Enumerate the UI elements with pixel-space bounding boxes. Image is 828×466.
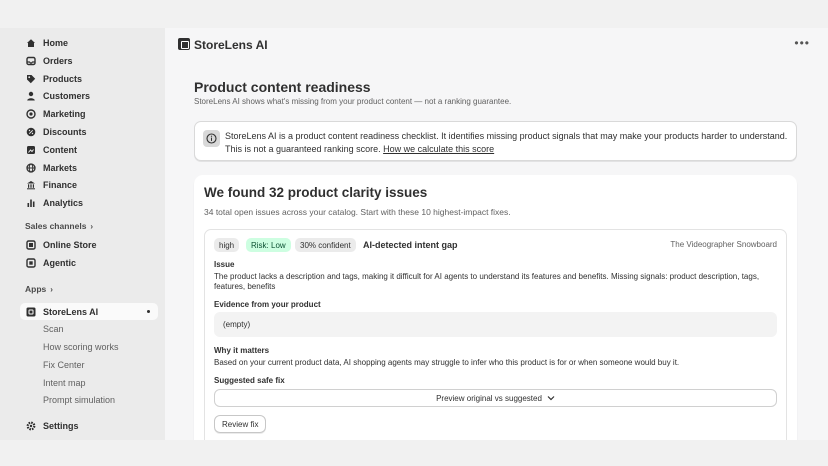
sidebar-subitem-scan[interactable]: Scan (43, 324, 64, 334)
apps-heading[interactable]: Apps › (25, 284, 53, 294)
sidebar-subitem-how-scoring-works[interactable]: How scoring works (43, 342, 119, 352)
content-icon (26, 145, 36, 155)
issues-card: We found 32 product clarity issues 34 to… (194, 175, 797, 440)
sidebar-item-discounts[interactable]: Discounts (20, 123, 158, 140)
sidebar-item-online-store[interactable]: Online Store (20, 236, 158, 253)
sidebar-item-markets[interactable]: Markets (20, 159, 158, 176)
chevron-down-icon (547, 394, 555, 403)
chevron-right-icon: › (50, 284, 53, 294)
sidebar-item-label: Customers (43, 90, 91, 101)
sidebar-item-marketing[interactable]: Marketing (20, 105, 158, 122)
preview-button-label: Preview original vs suggested (436, 393, 542, 403)
severity-badge: high (214, 238, 240, 252)
target-icon (26, 108, 36, 119)
person-icon (26, 91, 36, 101)
home-icon (26, 38, 36, 48)
sidebar-item-products[interactable]: Products (20, 70, 158, 87)
sales-channels-label: Sales channels (25, 221, 87, 231)
app-topbar: StoreLens AI ••• (165, 28, 828, 61)
page-subtitle: StoreLens AI shows what's missing from y… (194, 97, 512, 106)
sidebar-item-orders[interactable]: Orders (20, 52, 158, 69)
info-icon (203, 130, 220, 147)
inbox-icon (26, 56, 36, 66)
sidebar-subitem-prompt-simulation[interactable]: Prompt simulation (43, 395, 115, 405)
issues-summary-title: We found 32 product clarity issues (204, 185, 428, 200)
sidebar-subitem-intent-map[interactable]: Intent map (43, 378, 86, 388)
issue-item: high Risk: Low 30% confident AI-detected… (204, 229, 787, 440)
product-name: The Videographer Snowboard (670, 240, 777, 249)
issues-summary-subtitle: 34 total open issues across your catalog… (204, 207, 511, 217)
chevron-right-icon: › (90, 221, 94, 231)
risk-badge: Risk: Low (246, 238, 291, 252)
sidebar-item-label: Markets (43, 162, 78, 173)
sidebar-item-content[interactable]: Content (20, 141, 158, 158)
preview-original-vs-suggested-button[interactable]: Preview original vs suggested (214, 389, 777, 407)
issue-title: AI-detected intent gap (363, 240, 458, 250)
sidebar-item-analytics[interactable]: Analytics (20, 194, 158, 211)
chart-icon (26, 198, 36, 208)
fix-label: Suggested safe fix (214, 376, 285, 385)
sidebar-item-customers[interactable]: Customers (20, 87, 158, 104)
sidebar-item-settings[interactable]: Settings (20, 417, 158, 434)
sidebar-item-label: Settings (43, 420, 79, 431)
page-title: Product content readiness (194, 79, 371, 95)
sidebar-item-finance[interactable]: Finance (20, 176, 158, 193)
sidebar-item-label: Home (43, 37, 69, 48)
bank-icon (26, 180, 36, 190)
storelens-icon (26, 307, 36, 317)
tag-icon (26, 74, 36, 84)
why-text: Based on your current product data, AI s… (214, 358, 680, 367)
sidebar-item-label: Products (43, 73, 83, 84)
globe-icon (26, 162, 36, 173)
sidebar-item-label: Discounts (43, 126, 87, 137)
storelens-logo-icon (178, 38, 190, 50)
sidebar-item-label: Marketing (43, 108, 86, 119)
sidebar-subitem-fix-center[interactable]: Fix Center (43, 360, 85, 370)
sidebar-item-label: Online Store (43, 239, 97, 250)
pin-dot-icon[interactable] (147, 310, 150, 313)
sidebar-item-storelens[interactable]: StoreLens AI (20, 303, 158, 320)
why-label: Why it matters (214, 346, 270, 355)
sidebar-item-label: Finance (43, 179, 78, 190)
evidence-label: Evidence from your product (214, 300, 321, 309)
issue-label: Issue (214, 260, 235, 269)
how-we-calculate-link[interactable]: How we calculate this score (383, 144, 494, 154)
review-fix-button[interactable]: Review fix (214, 415, 267, 433)
sidebar-item-label: Orders (43, 55, 73, 66)
info-banner: StoreLens AI is a product content readin… (194, 121, 797, 161)
discount-icon (26, 127, 36, 137)
confidence-badge: 30% confident (295, 238, 356, 252)
banner-text: StoreLens AI is a product content readin… (225, 130, 790, 156)
sidebar-item-label: Agentic (43, 257, 77, 268)
sidebar-item-agentic[interactable]: Agentic (20, 254, 158, 271)
issue-text: The product lacks a description and tags… (214, 272, 760, 291)
sales-channels-heading[interactable]: Sales channels › (25, 221, 93, 231)
main-panel: StoreLens AI ••• Product content readine… (165, 28, 828, 440)
banner-message: StoreLens AI is a product content readin… (225, 131, 788, 154)
apps-label: Apps (25, 284, 47, 294)
agentic-icon (26, 257, 36, 268)
sidebar-item-home[interactable]: Home (20, 34, 158, 51)
sidebar-item-label: StoreLens AI (43, 306, 99, 317)
gear-icon (26, 421, 36, 431)
store-icon (26, 239, 36, 250)
app-title: StoreLens AI (194, 38, 268, 52)
more-actions-icon[interactable]: ••• (794, 36, 810, 50)
sidebar-item-label: Analytics (43, 197, 84, 208)
evidence-value: (empty) (223, 320, 251, 329)
evidence-box: (empty) (214, 312, 777, 337)
sidebar-item-label: Content (43, 144, 77, 155)
